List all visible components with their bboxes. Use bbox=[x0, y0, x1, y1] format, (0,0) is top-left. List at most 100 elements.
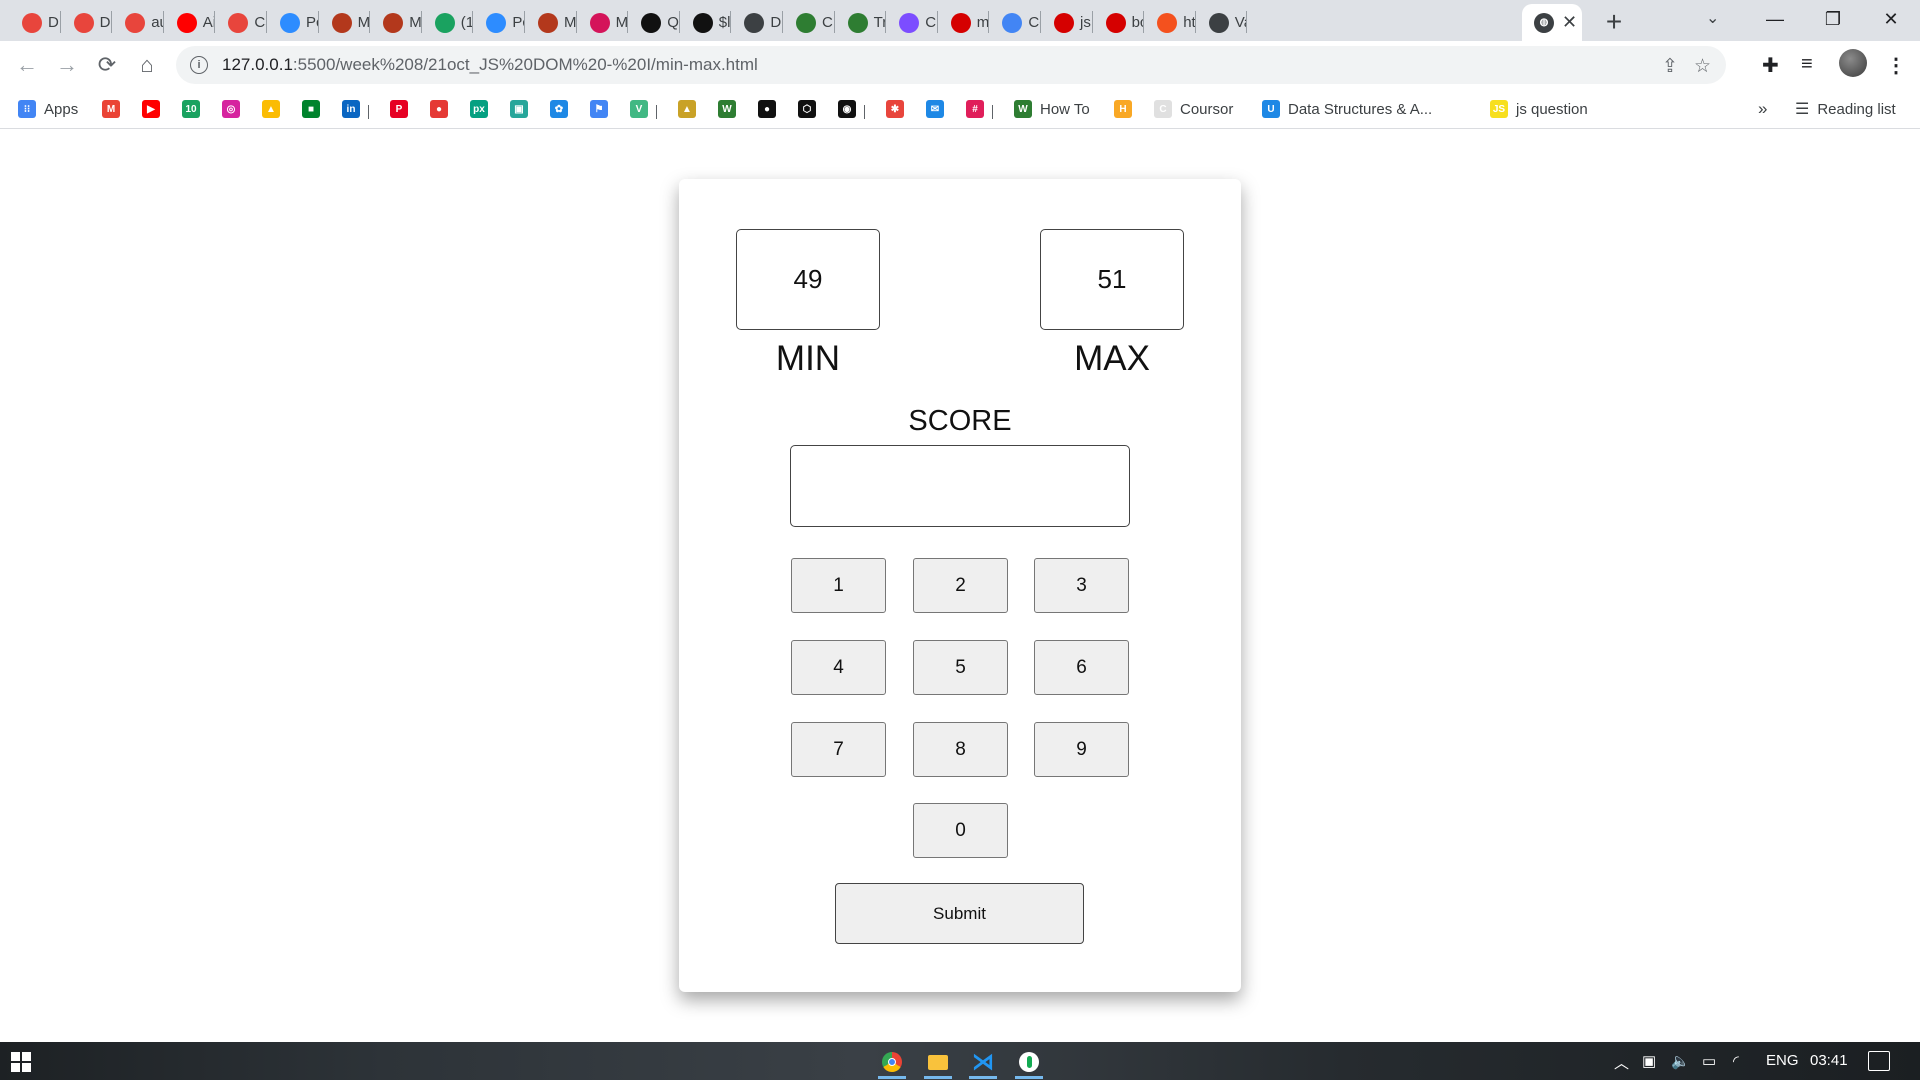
bookmark-item[interactable]: ⬡ bbox=[798, 98, 816, 120]
menu-icon[interactable]: ⋮ bbox=[1886, 53, 1906, 78]
reload-button[interactable]: ⟳ bbox=[91, 49, 123, 81]
tab-item[interactable]: Ai bbox=[165, 4, 214, 41]
tab-item[interactable]: D: bbox=[10, 4, 60, 41]
tab-item[interactable]: Cl bbox=[887, 4, 937, 41]
tab-item[interactable]: (1 bbox=[423, 4, 472, 41]
bookmark-item[interactable]: # bbox=[966, 98, 984, 120]
address-bar[interactable]: i 127.0.0.1:5500/week%208/21oct_JS%20DOM… bbox=[176, 46, 1726, 84]
bookmark-item[interactable]: H bbox=[1114, 98, 1132, 120]
bookmark-item[interactable]: P bbox=[390, 98, 408, 120]
tab-item[interactable]: Cc bbox=[990, 4, 1040, 41]
key-8[interactable]: 8 bbox=[913, 722, 1008, 777]
tab-item[interactable]: Pc bbox=[474, 4, 524, 41]
submit-button[interactable]: Submit bbox=[835, 883, 1084, 944]
bookmark-item[interactable]: in bbox=[342, 98, 360, 120]
bookmark-item[interactable]: ⚑ bbox=[590, 98, 608, 120]
share-icon[interactable]: ⇪ bbox=[1662, 55, 1678, 78]
tab-active[interactable]: ◍ ✕ bbox=[1522, 4, 1582, 41]
bookmark-item[interactable]: C Coursor bbox=[1154, 98, 1233, 120]
tab-item[interactable]: Tr bbox=[836, 4, 885, 41]
tab-item[interactable]: C! bbox=[784, 4, 834, 41]
forward-button[interactable]: → bbox=[51, 49, 83, 81]
tab-item[interactable]: D: bbox=[62, 4, 111, 41]
home-button[interactable]: ⌂ bbox=[131, 49, 163, 81]
notifications-icon[interactable] bbox=[1868, 1051, 1890, 1071]
bookmark-item[interactable]: ◉ bbox=[838, 98, 856, 120]
bookmark-item[interactable]: U Data Structures & A... bbox=[1262, 98, 1432, 120]
language-indicator[interactable]: ENG bbox=[1766, 1052, 1799, 1069]
tray-overflow-icon[interactable]: ︿ bbox=[1614, 1052, 1629, 1073]
bookmark-item[interactable]: ◎ bbox=[222, 98, 240, 120]
bookmark-item[interactable]: ✿ bbox=[550, 98, 568, 120]
bookmark-item[interactable]: ▣ bbox=[510, 98, 528, 120]
tab-item[interactable]: ht bbox=[1145, 4, 1195, 41]
file-explorer-icon[interactable] bbox=[920, 1045, 956, 1079]
reading-list-button[interactable]: ☰ Reading list bbox=[1795, 98, 1896, 120]
clock[interactable]: 03:41 bbox=[1810, 1052, 1848, 1069]
restore-button[interactable]: ❐ bbox=[1804, 0, 1862, 38]
bookmark-item[interactable]: ▲ bbox=[678, 98, 696, 120]
windows-start-icon[interactable] bbox=[11, 1052, 31, 1072]
key-6[interactable]: 6 bbox=[1034, 640, 1129, 695]
wifi-icon[interactable]: ◜ bbox=[1733, 1052, 1739, 1070]
key-0[interactable]: 0 bbox=[913, 803, 1008, 858]
tab-item[interactable]: M bbox=[371, 4, 421, 41]
close-window-button[interactable]: ✕ bbox=[1862, 0, 1920, 38]
tab-item[interactable]: Pc bbox=[268, 4, 318, 41]
bookmark-item[interactable]: px bbox=[470, 98, 488, 120]
minimize-button[interactable]: — bbox=[1746, 0, 1804, 38]
tab-search-icon[interactable]: ⌄ bbox=[1706, 8, 1719, 28]
check-icon bbox=[899, 12, 920, 33]
tab-item[interactable]: m bbox=[939, 4, 988, 41]
key-2[interactable]: 2 bbox=[913, 558, 1008, 613]
bookmark-item[interactable]: JS js question bbox=[1490, 98, 1588, 120]
profile-avatar[interactable] bbox=[1839, 49, 1867, 77]
bookmark-star-icon[interactable]: ☆ bbox=[1694, 55, 1711, 78]
close-tab-icon[interactable]: ✕ bbox=[1562, 12, 1577, 33]
tab-item[interactable]: M bbox=[578, 4, 627, 41]
key-7[interactable]: 7 bbox=[791, 722, 886, 777]
battery-icon[interactable]: ▭ bbox=[1702, 1052, 1716, 1070]
tab-item[interactable]: au bbox=[113, 4, 163, 41]
bookmark-item[interactable]: ✉ bbox=[926, 98, 944, 120]
bookmark-item[interactable]: W How To bbox=[1014, 98, 1090, 120]
bookmarks-overflow-icon[interactable]: » bbox=[1758, 98, 1767, 120]
volume-icon[interactable]: 🔈 bbox=[1671, 1052, 1690, 1070]
bookmark-item[interactable]: 10 bbox=[182, 98, 200, 120]
extensions-icon[interactable]: ✚ bbox=[1762, 53, 1779, 78]
key-5[interactable]: 5 bbox=[913, 640, 1008, 695]
bookmark-item[interactable]: ✱ bbox=[886, 98, 904, 120]
bookmark-item[interactable]: ▶ bbox=[142, 98, 160, 120]
tab-item[interactable]: Q bbox=[629, 4, 679, 41]
network-icon[interactable]: ▣ bbox=[1642, 1052, 1656, 1070]
tab-item[interactable]: Va bbox=[1197, 4, 1246, 41]
tab-item[interactable]: $l bbox=[681, 4, 730, 41]
bookmark-item[interactable]: W bbox=[718, 98, 736, 120]
tab-item[interactable]: Ca bbox=[216, 4, 266, 41]
key-1[interactable]: 1 bbox=[791, 558, 886, 613]
tab-item[interactable]: js bbox=[1042, 4, 1092, 41]
site-info-icon[interactable]: i bbox=[190, 56, 208, 74]
key-9[interactable]: 9 bbox=[1034, 722, 1129, 777]
score-input[interactable] bbox=[790, 445, 1130, 527]
bookmark-item[interactable]: ● bbox=[430, 98, 448, 120]
tab-item[interactable]: M bbox=[320, 4, 369, 41]
media-controls-icon[interactable]: ≡ bbox=[1801, 53, 1813, 76]
key-3[interactable]: 3 bbox=[1034, 558, 1129, 613]
back-button[interactable]: ← bbox=[11, 49, 43, 81]
bookmark-item[interactable]: M bbox=[102, 98, 120, 120]
tab-item[interactable]: bc bbox=[1094, 4, 1143, 41]
bookmark-item[interactable]: ⁝⁝ Apps bbox=[18, 98, 78, 120]
key-4[interactable]: 4 bbox=[791, 640, 886, 695]
bookmark-item[interactable]: V bbox=[630, 98, 648, 120]
bookmark-item[interactable]: ▲ bbox=[262, 98, 280, 120]
chrome-icon[interactable] bbox=[874, 1045, 910, 1079]
vscode-icon[interactable]: ⋊ bbox=[965, 1045, 1001, 1079]
new-tab-button[interactable]: + bbox=[1598, 6, 1630, 38]
url-text[interactable]: 127.0.0.1:5500/week%208/21oct_JS%20DOM%2… bbox=[222, 55, 758, 75]
bookmark-item[interactable]: ● bbox=[758, 98, 776, 120]
bookmark-item[interactable]: ■ bbox=[302, 98, 320, 120]
mongodb-compass-icon[interactable] bbox=[1011, 1045, 1047, 1079]
tab-item[interactable]: D: bbox=[732, 4, 782, 41]
tab-item[interactable]: M bbox=[526, 4, 576, 41]
